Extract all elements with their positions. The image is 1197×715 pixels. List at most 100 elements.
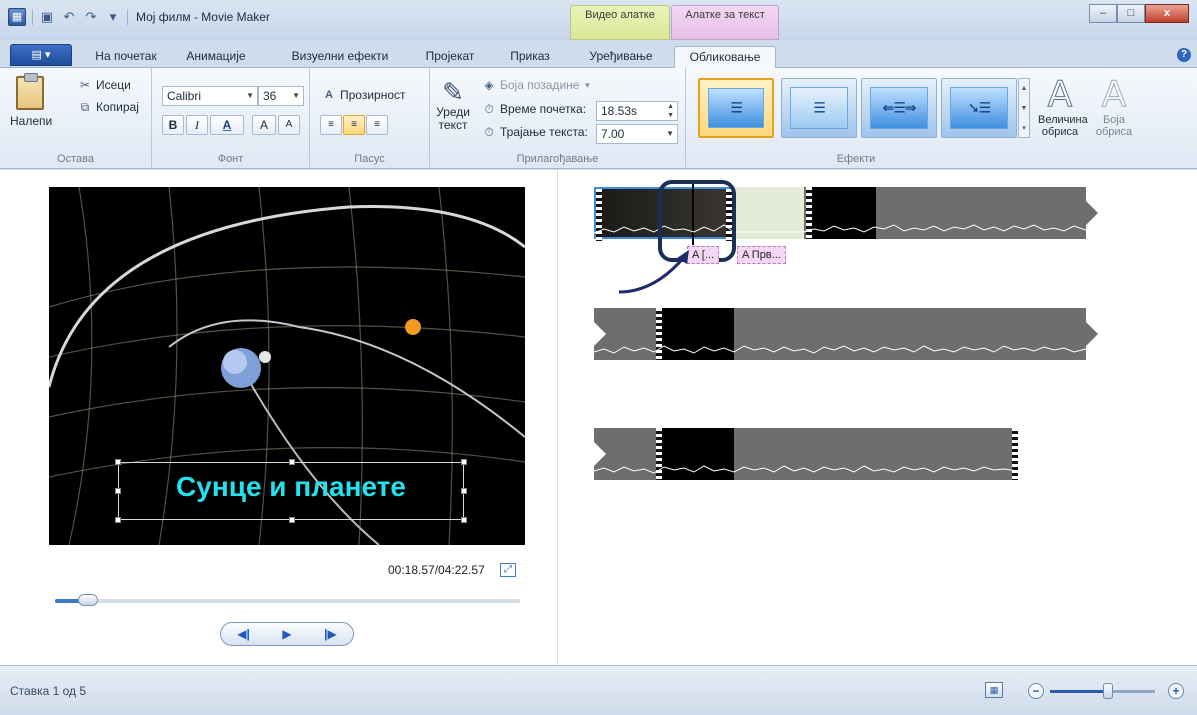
edit-text-label: Уреди текст <box>436 105 470 132</box>
caption-selection-box[interactable]: Сунце и планете <box>115 459 467 523</box>
paste-label: Налепи <box>10 114 53 128</box>
start-time-label: Време почетка: <box>500 102 587 116</box>
group-effects: ☰ ☰ ⇐☰⇒ ➘☰ ▲ ▼ ▾ A Величина обриса A Боја … <box>686 68 1197 169</box>
play-icon[interactable]: ▶ <box>282 627 291 641</box>
close-button[interactable]: x <box>1145 4 1189 23</box>
outline-size-button[interactable]: A Величина обриса <box>1038 75 1088 138</box>
zoom-in-icon[interactable]: + <box>1168 683 1184 699</box>
paste-button[interactable]: Налепи <box>10 73 53 128</box>
title-bar: ▦ ▣ ↶ ↷ ▾ Мој филм - Movie Maker Видео а… <box>0 0 1197 40</box>
resize-handle[interactable] <box>115 517 121 523</box>
transparency-icon: A <box>325 89 333 101</box>
chevron-down-icon: ▼ <box>666 129 674 138</box>
duration-label-row: ⏱ Трајање текста: <box>482 125 588 139</box>
scissors-icon: ✂ <box>79 78 91 92</box>
resize-handle[interactable] <box>461 517 467 523</box>
resize-handle[interactable] <box>289 459 295 465</box>
duration-select[interactable]: 7.00 ▼ <box>596 124 678 144</box>
font-family-value: Calibri <box>167 89 202 103</box>
fly-in-icon: ➘☰ <box>967 99 991 116</box>
group-label-adjust: Прилагођавање <box>516 153 599 165</box>
spinner-icon[interactable]: ▲ ▼ <box>667 102 674 120</box>
tab-format[interactable]: Обликовање <box>674 46 776 68</box>
font-size-select[interactable]: 36 ▼ <box>258 86 304 106</box>
tab-home[interactable]: На почетак <box>84 46 168 68</box>
group-label-clipboard: Остава <box>57 153 94 165</box>
context-group-text-tools: Алатке за текст <box>671 5 779 40</box>
group-paragraph: A Прозирност ≡ ≡ ≡ Пасус <box>310 68 430 169</box>
edit-text-button[interactable]: ✎ Уреди текст <box>434 78 472 132</box>
ribbon-tabs: ▤ ▾ На почетак Анимације Визуелни ефекти… <box>0 40 1197 68</box>
effect-none-thumbnail[interactable]: ☰ <box>698 78 774 138</box>
paste-icon <box>16 73 44 110</box>
save-icon[interactable]: ▣ <box>39 9 55 25</box>
main-area: Сунце и планете 00:18.57/04:22.57 ⤢ ◀| ▶… <box>0 170 1197 665</box>
tab-view[interactable]: Приказ <box>500 46 560 68</box>
timeline-track[interactable] <box>594 428 1018 480</box>
callout-arrow <box>618 250 689 294</box>
thumbnail-size-icon[interactable]: ▦ <box>985 682 1003 698</box>
redo-icon[interactable]: ↷ <box>83 9 99 25</box>
align-center-button[interactable]: ≡ <box>343 115 365 135</box>
group-label-effects: Ефекти <box>836 153 876 165</box>
start-time-input[interactable]: 18.53s ▲ ▼ <box>596 101 678 121</box>
zoom-thumb[interactable] <box>1102 683 1113 699</box>
video-preview[interactable]: Сунце и планете <box>49 187 525 545</box>
tab-project[interactable]: Пројекат <box>414 46 486 68</box>
tab-edit[interactable]: Уређивање <box>578 46 664 68</box>
resize-handle[interactable] <box>461 459 467 465</box>
cut-button[interactable]: ✂ Исеци <box>78 78 131 92</box>
copy-button[interactable]: ⧉ Копирај <box>78 100 139 114</box>
movie-maker-app-icon[interactable]: ▦ <box>8 8 26 26</box>
timecode: 00:18.57/04:22.57 <box>388 563 485 577</box>
effect-preview: ⇐☰⇒ <box>870 87 928 129</box>
transparency-button[interactable]: A Прозирност <box>322 88 406 102</box>
italic-button[interactable]: I <box>186 115 208 135</box>
help-icon[interactable]: ? <box>1177 48 1191 62</box>
outline-color-label: Боја обриса <box>1095 114 1133 138</box>
timeline-track[interactable] <box>594 308 1098 360</box>
align-right-button[interactable]: ≡ <box>366 115 388 135</box>
text-overlay-chip[interactable]: A Прв... <box>737 246 786 264</box>
file-menu-button[interactable]: ▤ ▾ <box>10 44 72 66</box>
outline-color-button[interactable]: A Боја обриса <box>1092 75 1136 138</box>
pen-icon: ✎ <box>442 77 464 107</box>
playback-controls: ◀| ▶ |▶ <box>220 622 354 646</box>
cut-label: Исеци <box>96 78 131 92</box>
font-family-select[interactable]: Calibri ▼ <box>162 86 258 106</box>
start-time-label-row: ⏱ Време почетка: <box>482 102 586 116</box>
seek-thumb[interactable] <box>78 594 98 606</box>
undo-icon[interactable]: ↶ <box>61 9 77 25</box>
track-continue-arrow <box>1086 201 1098 225</box>
seek-bar[interactable] <box>55 594 520 606</box>
transparency-label: Прозирност <box>340 88 406 102</box>
resize-handle[interactable] <box>115 459 121 465</box>
tab-animations[interactable]: Анимације <box>176 46 256 68</box>
minimize-button[interactable]: – <box>1089 4 1117 23</box>
align-left-button[interactable]: ≡ <box>320 115 342 135</box>
grow-font-button[interactable]: A <box>252 115 276 135</box>
resize-handle[interactable] <box>289 517 295 523</box>
zoom-slider[interactable] <box>1050 683 1155 699</box>
context-label-text-tools: Алатке за текст <box>685 9 765 21</box>
next-frame-icon[interactable]: |▶ <box>324 627 337 641</box>
effect-fade-thumbnail[interactable]: ☰ <box>781 78 857 138</box>
shrink-font-button[interactable]: A <box>278 115 300 135</box>
effect-stretch-thumbnail[interactable]: ⇐☰⇒ <box>861 78 937 138</box>
effect-fly-thumbnail[interactable]: ➘☰ <box>941 78 1017 138</box>
zoom-out-icon[interactable]: − <box>1028 683 1044 699</box>
customize-qat-icon[interactable]: ▾ <box>105 9 121 25</box>
fullscreen-icon[interactable]: ⤢ <box>500 563 516 577</box>
audio-waveform <box>594 465 1018 474</box>
caption-text[interactable]: Сунце и планете <box>119 471 463 503</box>
gallery-scrollbar[interactable]: ▲ ▼ ▾ <box>1018 78 1030 138</box>
audio-waveform <box>594 345 1086 354</box>
background-color-button[interactable]: ◈ Боја позадине ▼ <box>482 78 591 92</box>
font-color-button[interactable]: A <box>210 115 244 135</box>
background-color-label: Боја позадине <box>500 78 580 92</box>
tab-visual-effects[interactable]: Визуелни ефекти <box>280 46 400 68</box>
bold-button[interactable]: B <box>162 115 184 135</box>
effect-preview: ☰ <box>708 88 764 128</box>
previous-frame-icon[interactable]: ◀| <box>237 627 250 641</box>
maximize-button[interactable]: □ <box>1117 4 1145 23</box>
